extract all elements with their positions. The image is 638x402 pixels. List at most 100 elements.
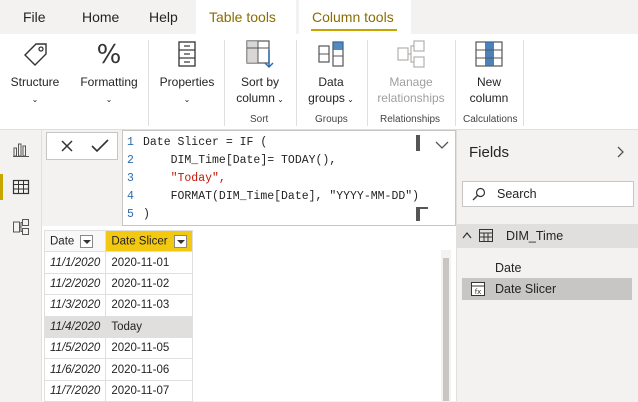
new-label: New bbox=[476, 75, 501, 89]
structure-button[interactable]: Structure ⌄ bbox=[8, 38, 62, 108]
chevron-up-icon[interactable] bbox=[462, 232, 472, 239]
view-rail bbox=[0, 130, 42, 401]
line-number: 3 bbox=[127, 172, 134, 185]
date-cell[interactable]: 11/5/2020 bbox=[43, 336, 107, 360]
date-slicer-cell[interactable]: 2020-11-07 bbox=[105, 379, 193, 402]
commit-check-icon[interactable] bbox=[91, 139, 109, 153]
sort-by-column-button[interactable]: Sort by column ⌄ bbox=[232, 38, 288, 108]
date-slicer-cell[interactable]: 2020-11-05 bbox=[105, 336, 193, 360]
model-view-icon[interactable] bbox=[12, 218, 30, 236]
expand-formula-icon[interactable] bbox=[435, 141, 449, 150]
chevron-down-icon: ⌄ bbox=[31, 95, 39, 104]
date-cell[interactable]: 11/6/2020 bbox=[43, 358, 107, 381]
date-slicer-cell[interactable]: 2020-11-02 bbox=[105, 272, 193, 296]
date-slicer-cell[interactable]: 2020-11-03 bbox=[105, 294, 193, 317]
active-view-indicator bbox=[0, 174, 3, 200]
properties-button[interactable]: Properties ⌄ bbox=[156, 38, 218, 108]
table-row: 11/1/2020 2020-11-01 bbox=[43, 251, 193, 274]
new-column-icon bbox=[475, 41, 503, 67]
formula-bar: 1 Date Slicer = IF ( 2 DIM_Time[Date]= T… bbox=[42, 130, 456, 226]
tab-column-tools[interactable]: Column tools bbox=[312, 9, 394, 25]
search-icon bbox=[472, 187, 486, 201]
formatting-button[interactable]: % Formatting ⌄ bbox=[78, 38, 140, 108]
editor-scroll-marker bbox=[416, 207, 420, 221]
formula-line: DIM_Time[Date]= TODAY(), bbox=[143, 154, 337, 167]
date-cell[interactable]: 11/2/2020 bbox=[43, 272, 107, 296]
manage-relationships-button[interactable]: Manage relationships bbox=[372, 38, 450, 106]
calculated-column-icon: fx bbox=[471, 282, 485, 296]
editor-scroll-thumb[interactable] bbox=[416, 135, 420, 151]
date-slicer-cell[interactable]: 2020-11-01 bbox=[105, 251, 193, 274]
data-groups-icon bbox=[318, 41, 344, 67]
field-date-slicer[interactable]: fx Date Slicer bbox=[462, 278, 632, 300]
data-grid: Date Date Slicer 11/1/2020 2020-11-01 11/… bbox=[42, 226, 456, 402]
filter-dropdown-icon[interactable] bbox=[80, 234, 94, 248]
date-slicer-cell[interactable]: Today bbox=[105, 315, 193, 338]
group-label-calculations: Calculations bbox=[463, 114, 518, 125]
date-cell[interactable]: 11/1/2020 bbox=[43, 251, 107, 274]
group-label-relationships: Relationships bbox=[380, 114, 441, 125]
column-header-date[interactable]: Date bbox=[43, 229, 107, 253]
formula-line: Date Slicer = IF ( bbox=[143, 136, 268, 149]
tab-file[interactable]: File bbox=[23, 9, 46, 25]
ribbon: Structure ⌄ % Formatting ⌄ Properties ⌄ bbox=[0, 34, 638, 130]
filter-dropdown-icon[interactable] bbox=[173, 234, 187, 248]
collapse-pane-icon[interactable] bbox=[617, 146, 625, 158]
tab-table-tools[interactable]: Table tools bbox=[209, 9, 276, 25]
date-cell[interactable]: 11/4/2020 bbox=[43, 315, 107, 338]
date-cell[interactable]: 11/7/2020 bbox=[43, 379, 107, 402]
chevron-down-icon: ⌄ bbox=[183, 95, 191, 104]
sort-column-label: column bbox=[236, 91, 275, 105]
new-column-button[interactable]: New column bbox=[462, 38, 516, 106]
date-cell[interactable]: 11/3/2020 bbox=[43, 294, 107, 317]
sort-by-label: Sort by bbox=[240, 75, 279, 89]
active-tab-indicator bbox=[311, 29, 397, 31]
formatting-label: Formatting bbox=[80, 75, 138, 89]
chevron-down-icon: ⌄ bbox=[105, 95, 113, 104]
svg-text:%: % bbox=[97, 40, 122, 70]
data-groups-label-2: groups bbox=[308, 91, 345, 105]
ribbon-divider bbox=[523, 40, 524, 126]
table-row: 11/2/2020 2020-11-02 bbox=[43, 272, 193, 296]
line-number: 1 bbox=[127, 136, 134, 149]
tag-icon bbox=[24, 43, 47, 66]
cancel-icon[interactable] bbox=[60, 139, 74, 153]
table-icon bbox=[479, 229, 493, 242]
ribbon-divider bbox=[224, 40, 225, 126]
column-header-date-slicer[interactable]: Date Slicer bbox=[105, 229, 193, 253]
structure-label: Structure bbox=[10, 75, 60, 89]
group-label-groups: Groups bbox=[315, 114, 348, 125]
search-placeholder: Search bbox=[497, 187, 537, 201]
table-row: 11/6/2020 2020-11-06 bbox=[43, 358, 193, 381]
date-slicer-cell[interactable]: 2020-11-06 bbox=[105, 358, 193, 381]
formula-commit-buttons bbox=[46, 132, 118, 160]
percent-icon: % bbox=[97, 40, 122, 70]
fields-search-input[interactable]: Search bbox=[462, 181, 634, 207]
ribbon-divider bbox=[148, 40, 149, 126]
grid-scroll-thumb[interactable] bbox=[443, 258, 449, 401]
ribbon-divider bbox=[296, 40, 297, 126]
table-row: 11/3/2020 2020-11-03 bbox=[43, 294, 193, 317]
ribbon-divider bbox=[367, 40, 368, 126]
column-label: column bbox=[469, 91, 509, 105]
properties-icon bbox=[178, 41, 196, 67]
fields-title: Fields bbox=[469, 144, 510, 161]
tab-home[interactable]: Home bbox=[82, 9, 119, 25]
group-label-sort: Sort bbox=[250, 114, 269, 125]
data-view-icon[interactable] bbox=[12, 178, 30, 196]
data-groups-button[interactable]: Data groups ⌄ bbox=[302, 38, 360, 108]
formula-line: FORMAT(DIM_Time[Date], "YYYY-MM-DD") bbox=[143, 190, 420, 203]
tab-help[interactable]: Help bbox=[149, 9, 178, 25]
field-date[interactable]: Date bbox=[495, 261, 521, 275]
svg-text:fx: fx bbox=[475, 288, 482, 296]
ribbon-divider bbox=[455, 40, 456, 126]
dax-formula-editor[interactable]: 1 Date Slicer = IF ( 2 DIM_Time[Date]= T… bbox=[122, 130, 456, 226]
report-view-icon[interactable] bbox=[12, 140, 30, 158]
table-node-dim-time[interactable]: DIM_Time bbox=[457, 224, 638, 248]
table-name-label: DIM_Time bbox=[506, 229, 564, 243]
manage-label: Manage bbox=[389, 75, 433, 89]
formula-line: ) bbox=[143, 208, 150, 221]
table-row: 11/4/2020 Today bbox=[43, 315, 193, 338]
field-date-slicer-label: Date Slicer bbox=[495, 282, 557, 296]
formula-line: "Today", bbox=[143, 172, 226, 185]
